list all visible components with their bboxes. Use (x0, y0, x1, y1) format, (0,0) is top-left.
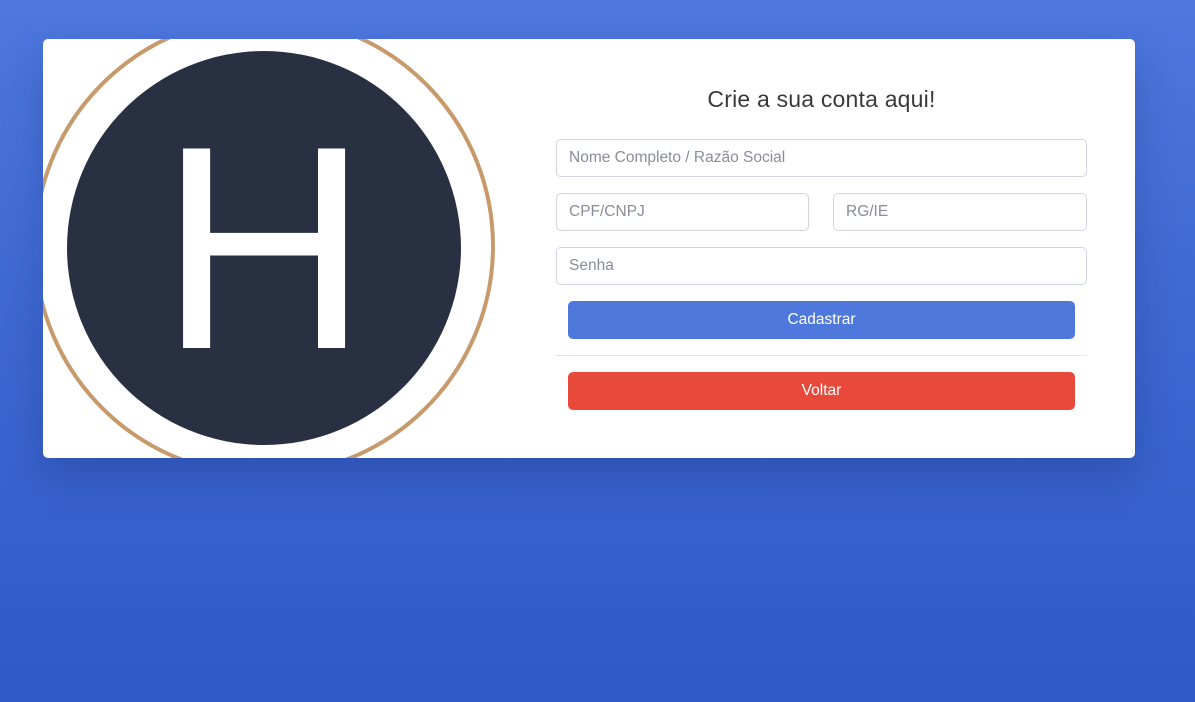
logo-image: H (43, 39, 495, 458)
name-input[interactable] (556, 139, 1087, 177)
form-title: Crie a sua conta aqui! (707, 86, 936, 112)
cpf-cnpj-input[interactable] (556, 193, 809, 231)
register-card: H Crie a sua conta aqui! Cadastrar Volta… (43, 39, 1135, 458)
rg-ie-input[interactable] (833, 193, 1087, 231)
back-button[interactable]: Voltar (568, 372, 1075, 410)
logo: H (43, 39, 533, 458)
logo-letter: H (159, 86, 368, 410)
form-divider (556, 355, 1087, 356)
register-button[interactable]: Cadastrar (568, 301, 1075, 339)
register-form: Crie a sua conta aqui! Cadastrar Voltar (556, 39, 1087, 458)
password-input[interactable] (556, 247, 1087, 285)
